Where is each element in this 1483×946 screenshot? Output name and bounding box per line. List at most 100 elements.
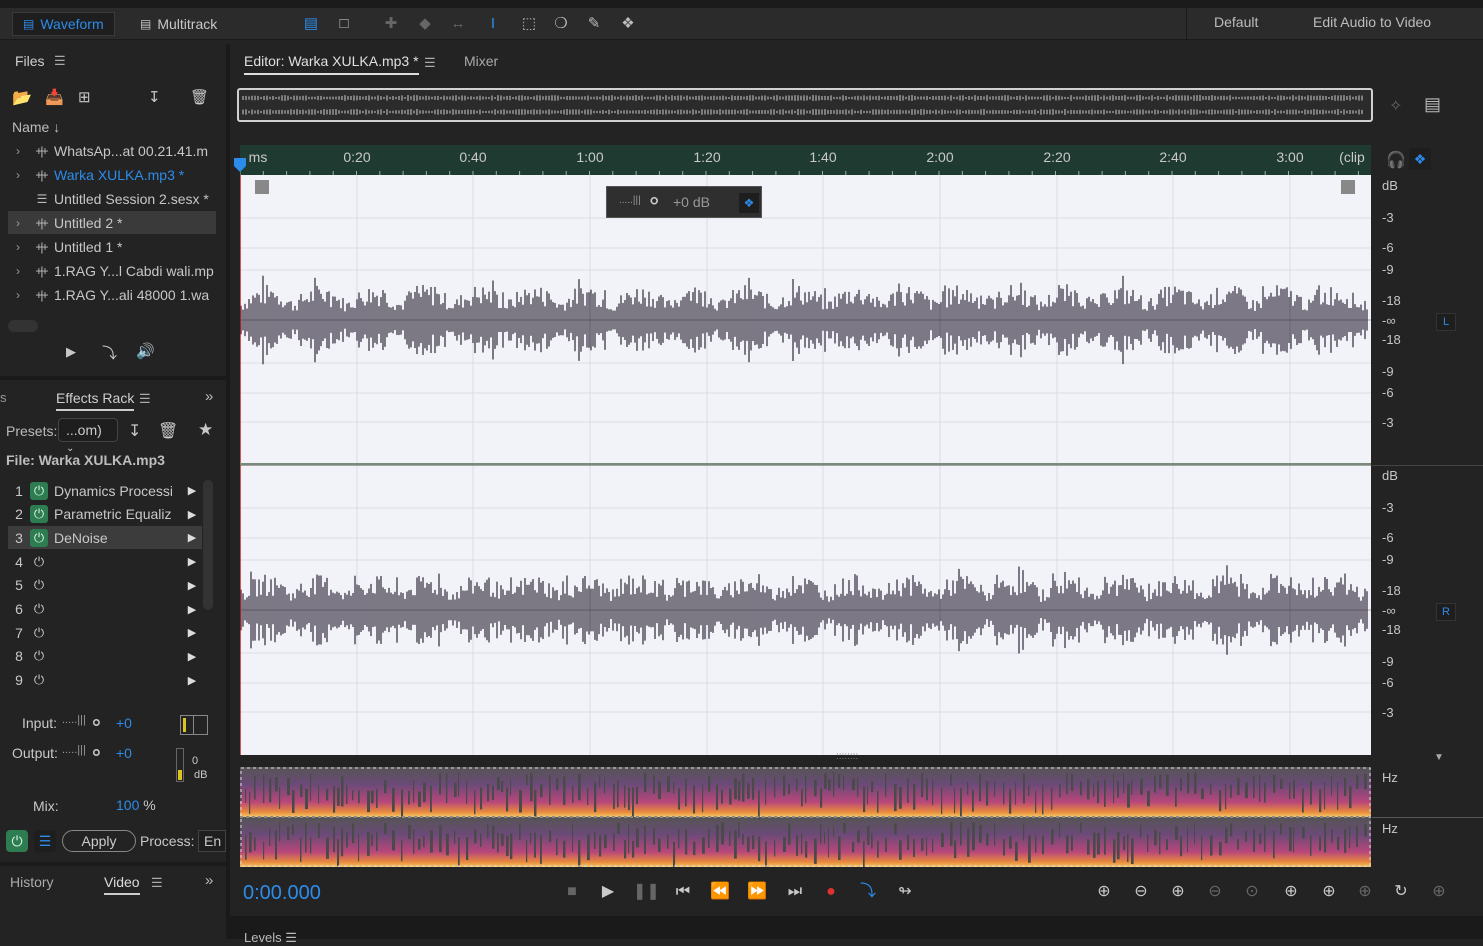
delete-preset-icon[interactable]: 🗑 <box>158 421 178 441</box>
timeline-ruler[interactable]: ms 0:20 0:40 1:00 1:20 1:40 2:00 2:20 2:40 3:00 … <box>240 145 1371 175</box>
input-knob[interactable]: ⚬ <box>88 711 105 736</box>
effects-rack-tab[interactable]: Effects Rack <box>56 390 135 411</box>
effect-slot[interactable]: 4 ⏻ ▶ <box>8 550 202 573</box>
channel-r-toggle[interactable]: R <box>1436 603 1456 621</box>
editor-menu-icon[interactable]: ☰ <box>424 55 436 71</box>
new-file-icon[interactable]: ⊞ <box>78 88 91 106</box>
effects-scrollbar[interactable] <box>203 480 213 610</box>
spectral-frequency-display[interactable] <box>240 767 1371 867</box>
playhead-marker[interactable] <box>234 158 246 174</box>
expand-chevron-icon[interactable]: › <box>8 216 28 230</box>
zoom-in-amplitude-icon[interactable]: ⊕ <box>1091 880 1117 904</box>
zoom-reset-icon[interactable]: ↻ <box>1388 880 1414 904</box>
effect-menu-arrow-icon[interactable]: ▶ <box>182 531 202 544</box>
effects-menu-icon[interactable]: ☰ <box>139 391 151 407</box>
zoom-selection-icon[interactable]: ⊕ <box>1352 880 1378 904</box>
effect-menu-arrow-icon[interactable]: ▶ <box>182 626 202 639</box>
spectral-display-icon[interactable]: □ <box>333 14 355 34</box>
file-list-item[interactable]: ☰ Untitled Session 2.sesx * <box>8 187 216 210</box>
effect-slot[interactable]: 9 ⏻ ▶ <box>8 669 202 692</box>
effect-slot[interactable]: 3 ⏻ DeNoise ▶ <box>8 526 202 550</box>
file-list-item[interactable]: › +|+ WhatsAp...at 00.21.41.m <box>8 139 216 162</box>
scroll-down-icon[interactable]: ▼ <box>1434 752 1444 763</box>
rack-list-icon[interactable]: ☰ <box>34 830 56 852</box>
brush-tool-icon[interactable]: ✎ <box>583 14 605 34</box>
effect-menu-arrow-icon[interactable]: ▶ <box>182 484 202 497</box>
expand-chevron-icon[interactable]: › <box>8 288 28 302</box>
loop-playback-button[interactable]: ⤵ <box>855 880 881 904</box>
waveform-mode-button[interactable]: ▤ Waveform <box>12 12 115 36</box>
go-to-end-button[interactable]: ⏭ <box>782 880 808 904</box>
name-column-header[interactable]: Name ↓ <box>12 119 60 135</box>
effect-slot[interactable]: 2 ⏻ Parametric Equaliz ▶ <box>8 503 202 526</box>
volume-knob[interactable]: ⚬ <box>645 189 663 215</box>
spot-healing-tool-icon[interactable]: ❖ <box>617 14 639 34</box>
file-list-item[interactable]: › +|+ Untitled 1 * <box>8 235 216 258</box>
overview-navigator[interactable] <box>237 88 1373 122</box>
video-menu-icon[interactable]: ☰ <box>151 875 163 891</box>
time-selection-tool-icon[interactable]: I <box>482 14 504 34</box>
expand-panels-icon[interactable]: » <box>205 388 213 405</box>
effect-slot[interactable]: 8 ⏻ ▶ <box>8 645 202 668</box>
skip-selection-button[interactable]: ↬ <box>892 880 918 904</box>
input-value[interactable]: +0 <box>116 715 132 731</box>
save-preset-icon[interactable]: ↧ <box>128 421 141 441</box>
file-list-item[interactable]: › +|+ 1.RAG Y...l Cabdi wali.mp <box>8 259 216 282</box>
zoom-to-selection-icon[interactable]: ✧ <box>1389 96 1402 116</box>
razor-tool-icon[interactable]: ◆ <box>414 14 436 34</box>
effect-menu-arrow-icon[interactable]: ▶ <box>182 579 202 592</box>
workspace-edit-audio-to-video[interactable]: Edit Audio to Video <box>1313 14 1431 30</box>
channel-l-toggle[interactable]: L <box>1436 313 1456 331</box>
effect-slot[interactable]: 5 ⏻ ▶ <box>8 574 202 597</box>
mix-value-field[interactable]: 100 % <box>116 797 156 813</box>
spectral-display-waveform-icon[interactable]: ▤ <box>300 14 322 34</box>
power-icon[interactable]: ⏻ <box>30 624 48 642</box>
power-icon[interactable]: ⏻ <box>30 647 48 665</box>
pin-hud-icon[interactable]: ❖ <box>739 193 759 213</box>
marquee-tool-icon[interactable]: ⬚ <box>518 14 540 34</box>
fade-out-handle[interactable] <box>1341 180 1355 194</box>
history-tab[interactable]: History <box>10 874 54 890</box>
waveform-display[interactable]: .....||| ⚬ +0 dB ❖ <box>240 175 1371 755</box>
headphones-icon[interactable]: 🎧 <box>1386 150 1406 170</box>
close-file-icon[interactable]: 🗑 <box>190 88 209 106</box>
zoom-out-full-icon[interactable]: ⊙ <box>1239 880 1265 904</box>
power-icon[interactable]: ⏻ <box>30 600 48 618</box>
expand-panels-icon[interactable]: » <box>205 872 213 889</box>
zoom-in-end-icon[interactable]: ⊕ <box>1316 880 1342 904</box>
process-dropdown[interactable]: En <box>198 830 226 852</box>
file-list-item[interactable]: › +|+ Untitled 2 * <box>8 211 216 234</box>
record-button[interactable]: ● <box>818 880 844 904</box>
presets-dropdown[interactable]: ...om) ⌄ <box>58 418 118 454</box>
zoom-in-channel-icon[interactable]: ⊕ <box>1426 880 1452 904</box>
pause-button[interactable]: ❚❚ <box>633 880 660 904</box>
levels-tab[interactable]: Levels ☰ <box>244 930 297 946</box>
effect-slot[interactable]: 6 ⏻ ▶ <box>8 598 202 621</box>
show-hud-icon[interactable]: ▤ <box>1424 94 1441 115</box>
apply-button[interactable]: Apply <box>62 830 136 852</box>
effect-slot[interactable]: 1 ⏻ Dynamics Processi ▶ <box>8 479 202 502</box>
expand-chevron-icon[interactable]: › <box>8 264 28 278</box>
play-button[interactable]: ▶ <box>595 880 621 904</box>
mixer-tab[interactable]: Mixer <box>464 53 498 69</box>
loop-file-icon[interactable]: ⤵ <box>102 342 117 363</box>
hud-gain-value[interactable]: +0 dB <box>673 194 710 210</box>
effect-slot[interactable]: 7 ⏻ ▶ <box>8 621 202 644</box>
effect-menu-arrow-icon[interactable]: ▶ <box>182 508 202 521</box>
fast-forward-button[interactable]: ⏩ <box>744 880 770 904</box>
zoom-out-time-icon[interactable]: ⊖ <box>1202 880 1228 904</box>
go-to-start-button[interactable]: ⏮ <box>670 880 696 904</box>
workspace-default[interactable]: Default <box>1214 14 1258 30</box>
zoom-out-amplitude-icon[interactable]: ⊖ <box>1128 880 1154 904</box>
video-tab[interactable]: Video <box>104 874 140 895</box>
open-file-icon[interactable]: 📂 <box>12 88 32 108</box>
power-icon[interactable]: ⏻ <box>30 553 48 571</box>
zoom-in-time-icon[interactable]: ⊕ <box>1165 880 1191 904</box>
power-icon[interactable]: ⏻ <box>30 576 48 594</box>
multitrack-mode-button[interactable]: ▤ Multitrack <box>130 12 227 36</box>
spectral-splitter[interactable]: :::::::: <box>240 751 1371 767</box>
file-list-item[interactable]: › +|+ Warka XULKA.mp3 * <box>8 163 216 186</box>
effect-menu-arrow-icon[interactable]: ▶ <box>182 603 202 616</box>
expand-chevron-icon[interactable]: › <box>8 144 28 158</box>
pin-playhead-icon[interactable]: ❖ <box>1409 148 1431 170</box>
